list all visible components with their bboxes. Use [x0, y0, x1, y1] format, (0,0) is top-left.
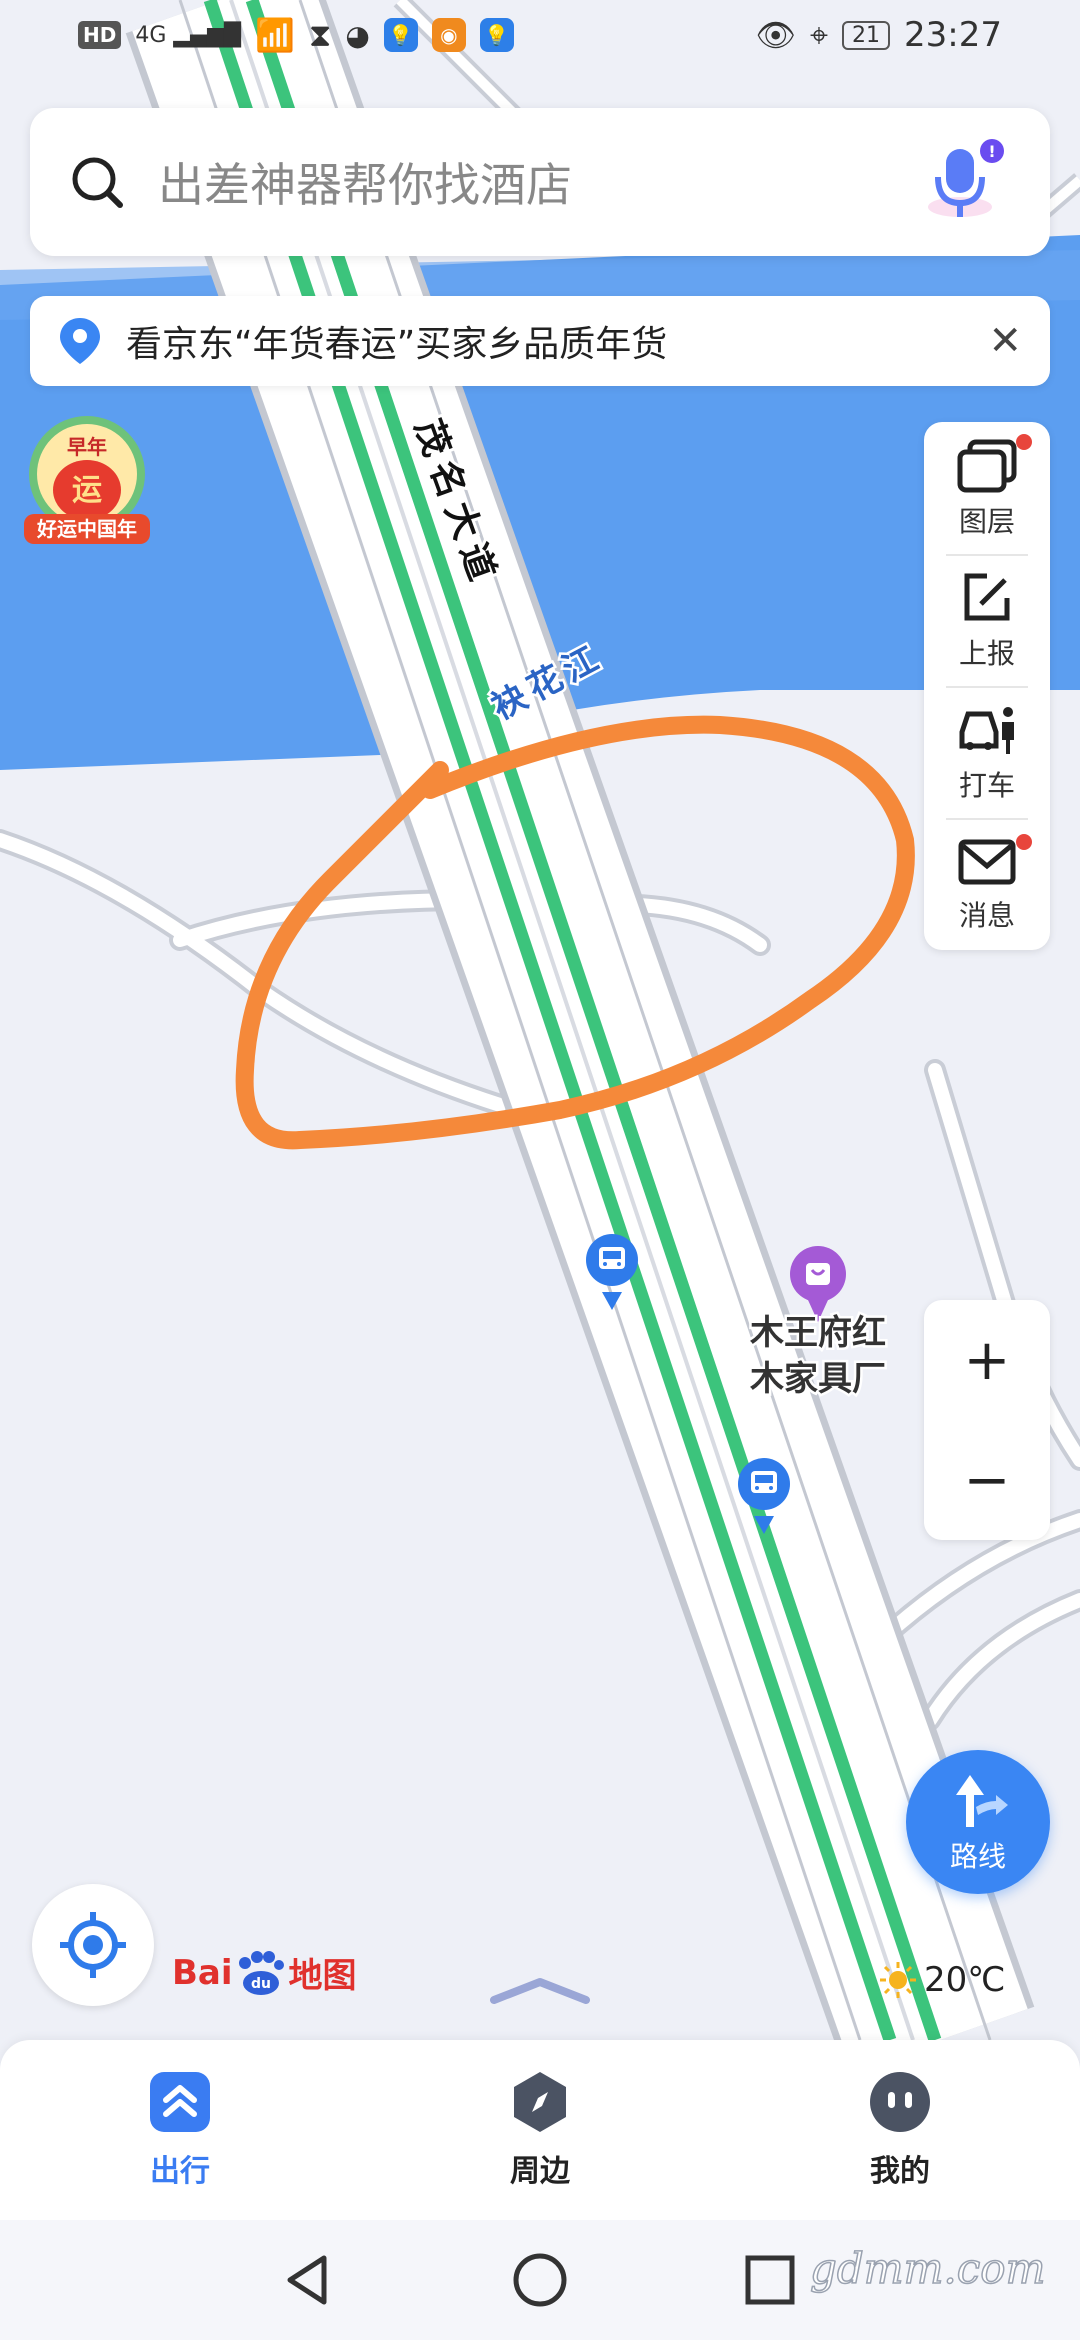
bottom-nav: 出行 周边 我的 — [0, 2040, 1080, 2220]
poi-label: 木家具厂 — [749, 1359, 886, 1399]
status-bar: HD 4G ▂▄▆█ 📶 ⧗ ◕ 💡 ◉ 💡 👁 ⌖ 21 23:27 — [0, 0, 1080, 70]
hd-indicator: HD — [78, 21, 122, 49]
mail-icon — [958, 839, 1016, 885]
temperature-label: 20℃ — [924, 1960, 1006, 2000]
messages-label: 消息 — [958, 899, 1015, 932]
svg-text:早年: 早年 — [67, 435, 107, 459]
route-arrow-icon — [956, 1775, 1008, 1827]
nav-travel-label: 出行 — [150, 2154, 210, 2189]
nav-nearby[interactable]: 周边 — [460, 2070, 620, 2190]
messages-button[interactable]: 消息 — [924, 820, 1050, 950]
close-icon[interactable]: ✕ — [988, 318, 1022, 364]
zoom-out-button[interactable]: − — [924, 1420, 1050, 1540]
layers-label: 图层 — [958, 505, 1015, 538]
recents-icon[interactable] — [740, 2250, 800, 2310]
locate-button[interactable] — [32, 1884, 154, 2006]
poi-label: 木王府红 — [749, 1313, 886, 1353]
battery-icon: 21 — [842, 20, 891, 50]
search-bar[interactable]: 出差神器帮你找酒店 ! — [30, 108, 1050, 256]
zoom-in-button[interactable]: + — [924, 1300, 1050, 1420]
map-tools-panel: 图层 上报 打车 消息 — [924, 422, 1050, 950]
taxi-button[interactable]: 打车 — [924, 688, 1050, 818]
bulb-app-icon: 💡 — [383, 18, 418, 52]
clock: 23:27 — [904, 15, 1002, 55]
report-button[interactable]: 上报 — [924, 556, 1050, 686]
route-label: 路线 — [949, 1840, 1006, 1873]
watermark: gdmm.com — [809, 2243, 1046, 2294]
wechat-icon: ◕ — [345, 18, 370, 52]
signal-icon: 4G ▂▄▆█ — [135, 22, 242, 48]
svg-text:好运中国年: 好运中国年 — [36, 517, 137, 541]
taxi-label: 打车 — [958, 769, 1015, 802]
compass-icon — [514, 2072, 566, 2132]
svg-text:运: 运 — [72, 473, 102, 508]
locate-icon — [60, 1912, 126, 1978]
layers-button[interactable]: 图层 — [924, 424, 1050, 554]
taxi-icon — [959, 707, 1014, 754]
edit-icon — [964, 573, 1010, 621]
svg-text:du: du — [251, 1976, 271, 1992]
location-pin-icon — [60, 318, 100, 364]
drawer-handle-icon[interactable] — [490, 1976, 590, 2006]
search-icon — [72, 157, 123, 208]
home-icon[interactable] — [510, 2250, 570, 2310]
nav-nearby-label: 周边 — [510, 2154, 570, 2189]
wifi-icon: 📶 — [255, 16, 295, 54]
location-status-icon: ⌖ — [809, 15, 829, 54]
nav-profile[interactable]: 我的 — [820, 2070, 980, 2190]
layers-icon — [957, 439, 1017, 493]
baidu-map-logo: Bai du 地图 — [172, 1948, 357, 1997]
report-label: 上报 — [958, 637, 1015, 670]
svg-text:!: ! — [988, 142, 995, 161]
bulb-app-icon: 💡 — [479, 18, 514, 52]
search-input[interactable]: 出差神器帮你找酒店 — [158, 149, 920, 215]
promo-badge[interactable]: 早年 运 好运中国年 — [22, 412, 152, 547]
back-icon[interactable] — [280, 2250, 340, 2310]
nav-travel[interactable]: 出行 — [100, 2070, 260, 2190]
eye-icon: 👁 — [755, 16, 796, 54]
hourglass-icon: ⧗ — [308, 15, 332, 54]
paw-icon: du — [238, 1950, 284, 1995]
weather-widget[interactable]: 20℃ — [878, 1960, 1005, 2000]
profile-icon — [870, 2072, 930, 2132]
sun-icon — [880, 1962, 916, 1998]
weibo-icon: ◉ — [431, 18, 466, 52]
route-button[interactable]: 路线 — [906, 1750, 1050, 1894]
voice-mic-icon[interactable]: ! — [920, 137, 1010, 227]
notice-text[interactable]: 看京东“年货春运”买家乡品质年货 — [126, 315, 988, 367]
zoom-control: + − — [924, 1300, 1050, 1540]
notice-banner[interactable]: 看京东“年货春运”买家乡品质年货 ✕ — [30, 296, 1050, 386]
travel-icon — [150, 2072, 210, 2132]
nav-profile-label: 我的 — [870, 2154, 930, 2189]
